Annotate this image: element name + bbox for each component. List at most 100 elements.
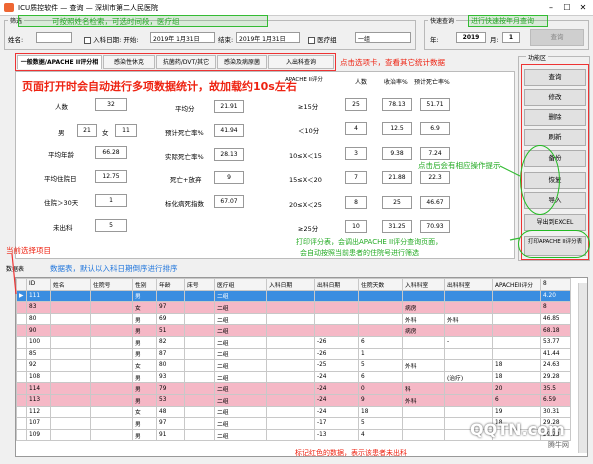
table-row[interactable]: 90 男 51 二组 病房 68.18 bbox=[16, 324, 571, 337]
table-row[interactable]: 92 女 80 二组 -25 5 外科 18 24.63 bbox=[16, 359, 571, 372]
name-input[interactable] bbox=[36, 32, 72, 43]
close-button[interactable]: ✕ bbox=[576, 2, 590, 13]
window-title: ICU质控软件 — 查询 — 深圳市第二人民医院 bbox=[18, 4, 158, 12]
table-header: ID 姓名 住院号 性别 年龄 床号 医疗组 入科日期 出科日期 住院天数 入科科室 出科科室 APAC… bbox=[16, 278, 571, 291]
tab-infection[interactable]: 感染及病原菌 bbox=[217, 55, 267, 69]
table-cell: 113 bbox=[26, 393, 51, 407]
table-cell: 80 bbox=[156, 359, 185, 372]
row-selector bbox=[16, 347, 27, 361]
table-row[interactable]: 112 女 48 二组 -24 18 19 30.31 bbox=[16, 405, 571, 419]
stat-avg-score-label: 平均分 bbox=[175, 105, 195, 113]
table-cell: 二组 bbox=[214, 347, 267, 361]
table-cell bbox=[402, 428, 445, 442]
column-header[interactable]: 床号 bbox=[184, 278, 215, 291]
column-header[interactable]: APACHEII评分 bbox=[492, 278, 541, 291]
table-cell bbox=[266, 359, 315, 372]
group-checkbox[interactable] bbox=[308, 36, 315, 44]
table-cell: 0 bbox=[358, 382, 403, 395]
table-row[interactable]: ▶ 111 男二组 4.20 bbox=[16, 289, 571, 303]
export-excel-button[interactable]: 导出到EXCEL bbox=[524, 214, 586, 231]
table-cell: 二组 bbox=[214, 417, 267, 430]
table-cell: 91 bbox=[156, 428, 185, 442]
table-cell bbox=[90, 289, 133, 303]
stat-count-label: 人数 bbox=[55, 103, 68, 111]
filter-annotation: 可按照姓名检索，可选时间段，医疗组 bbox=[52, 17, 180, 26]
table-cell: 二组 bbox=[214, 382, 267, 395]
table-cell bbox=[90, 417, 133, 430]
apache-rate-4: 21.88 bbox=[382, 171, 412, 184]
print-arrow bbox=[509, 237, 521, 241]
table-cell: 1 bbox=[358, 347, 403, 361]
watermark: QQTN.com bbox=[470, 420, 565, 439]
table-cell bbox=[184, 301, 215, 314]
group-select[interactable]: 一组 bbox=[355, 32, 411, 43]
ops-arrow bbox=[499, 165, 521, 177]
column-header[interactable]: 姓名 bbox=[50, 278, 91, 291]
table-cell bbox=[184, 347, 215, 361]
stat-smr-value: 67.07 bbox=[214, 195, 244, 208]
refresh-button[interactable]: 刷新 bbox=[524, 129, 586, 146]
table-row[interactable]: 108 男 93 二组 -24 6 (治疗) 18 29.28 bbox=[16, 370, 571, 384]
table-row[interactable]: 83 女 97 二组 病房 8 bbox=[16, 301, 571, 314]
end-date-picker[interactable]: 2019年 1月31日 bbox=[236, 32, 300, 43]
table-cell bbox=[444, 324, 493, 337]
table-row[interactable]: 80 男 69 二组 外科 外科 46.85 bbox=[16, 312, 571, 326]
table-cell: 107 bbox=[26, 417, 51, 430]
table-cell: 男 bbox=[132, 289, 157, 303]
apache-n-5: 8 bbox=[345, 196, 367, 209]
table-cell bbox=[184, 405, 215, 419]
column-header[interactable]: 出科科室 bbox=[444, 278, 493, 291]
column-header[interactable]: 住院天数 bbox=[358, 278, 403, 291]
table-cell: 53.77 bbox=[540, 335, 571, 349]
column-header[interactable]: 出科日期 bbox=[314, 278, 359, 291]
table-row[interactable]: 85 男 87 二组 -26 1 41.44 bbox=[16, 347, 571, 361]
apache-n-2: 4 bbox=[345, 122, 367, 135]
row-selector bbox=[16, 417, 27, 430]
query-button[interactable]: 查询 bbox=[524, 69, 586, 86]
table-scrollbar[interactable] bbox=[578, 283, 587, 453]
table-cell: 5 bbox=[358, 417, 403, 430]
column-header[interactable]: 入科科室 bbox=[402, 278, 445, 291]
quick-query-button[interactable]: 查询 bbox=[530, 29, 584, 46]
table-cell: - bbox=[444, 335, 493, 349]
tab-septic-shock[interactable]: 感染性休克 bbox=[103, 55, 155, 69]
table-cell bbox=[266, 289, 315, 303]
table-row[interactable]: 114 男 79 二组 -24 0 科 20 35.5 bbox=[16, 382, 571, 395]
minimize-button[interactable]: – bbox=[544, 2, 558, 13]
maximize-button[interactable]: ☐ bbox=[560, 2, 574, 13]
table-cell bbox=[402, 370, 445, 384]
table-cell: 二组 bbox=[214, 289, 267, 303]
column-header[interactable]: 医疗组 bbox=[214, 278, 267, 291]
table-cell bbox=[50, 428, 91, 442]
month-input[interactable]: 1 bbox=[502, 32, 520, 43]
table-cell: 18 bbox=[358, 405, 403, 419]
admit-date-checkbox[interactable] bbox=[84, 36, 91, 44]
column-header[interactable]: ID bbox=[26, 278, 51, 291]
apache-pred-5: 46.67 bbox=[420, 196, 450, 209]
apache-range-4: 15≤X＜20 bbox=[289, 176, 322, 184]
apache-n-4: 7 bbox=[345, 171, 367, 184]
column-header[interactable]: 年龄 bbox=[156, 278, 185, 291]
table-cell: 100 bbox=[26, 335, 51, 349]
quick-annotation: 进行快速按年月查询 bbox=[471, 17, 534, 25]
table-cell: 108 bbox=[26, 370, 51, 384]
tab-antibiotics[interactable]: 抗菌药/DVT/其它 bbox=[156, 55, 216, 69]
column-header[interactable]: 住院号 bbox=[90, 278, 133, 291]
table-cell bbox=[50, 335, 91, 349]
table-row[interactable]: 100 男 82 二组 -26 6 - 53.77 bbox=[16, 335, 571, 349]
table-cell bbox=[50, 417, 91, 430]
start-label: 开始: bbox=[123, 36, 139, 44]
apache-n-3: 3 bbox=[345, 147, 367, 160]
delete-button[interactable]: 删除 bbox=[524, 109, 586, 126]
column-header[interactable]: 8 bbox=[540, 278, 571, 291]
column-header[interactable]: 入科日期 bbox=[266, 278, 315, 291]
year-input[interactable]: 2019 bbox=[456, 32, 486, 43]
apache-head-count: 人数 bbox=[355, 79, 368, 86]
tab-general[interactable]: 一般数据/APACHE II评分相关 bbox=[17, 55, 102, 80]
table-cell: 6 bbox=[358, 335, 403, 349]
tab-admission[interactable]: 入出科查询 bbox=[268, 55, 334, 69]
table-row[interactable]: 113 男 53 二组 -24 9 外科 6 6.59 bbox=[16, 393, 571, 407]
column-header[interactable]: 性别 bbox=[132, 278, 157, 291]
edit-button[interactable]: 修改 bbox=[524, 89, 586, 106]
start-date-picker[interactable]: 2019年 1月31日 bbox=[150, 32, 215, 43]
